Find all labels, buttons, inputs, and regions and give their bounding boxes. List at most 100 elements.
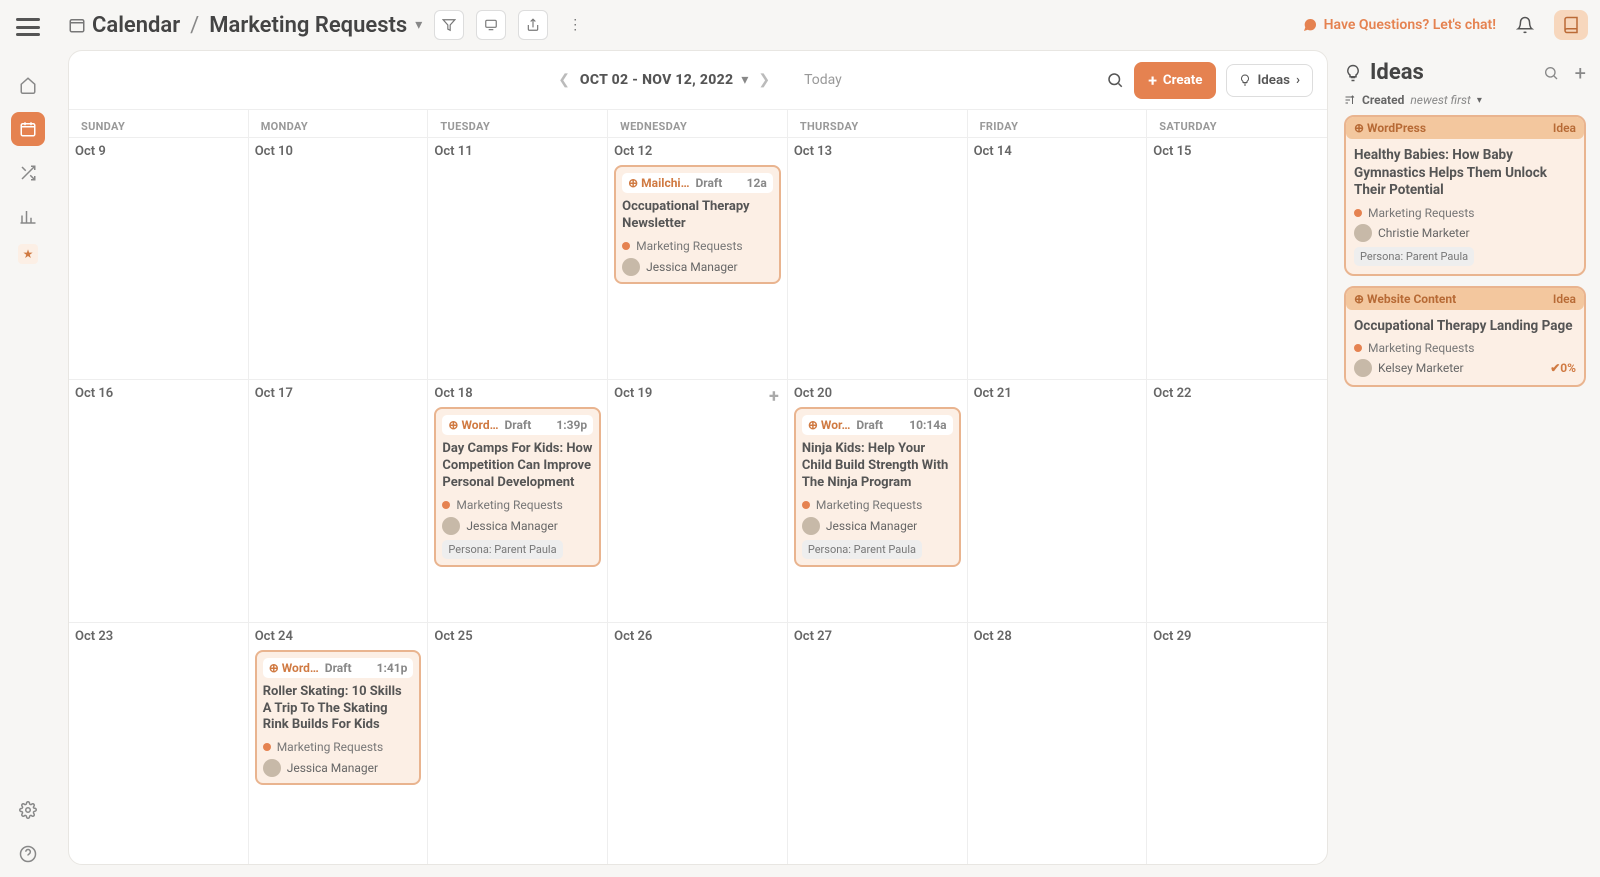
home-icon[interactable] — [11, 68, 45, 102]
calendar-cell[interactable]: Oct 18 ⊕ Word…Draft1:39pDay Camps For Kid… — [428, 380, 608, 621]
search-icon[interactable] — [1106, 71, 1124, 89]
avatar — [442, 517, 460, 535]
idea-source: ⊕ Website Content — [1354, 292, 1456, 306]
calendar-icon[interactable] — [11, 112, 45, 146]
notifications-icon[interactable] — [1516, 16, 1534, 34]
ideas-panel: Ideas + Created newest first ▾ ⊕ WordPre… — [1340, 50, 1600, 877]
event-time: 1:39p — [556, 418, 587, 432]
range-dropdown-icon[interactable]: ▾ — [741, 72, 748, 88]
calendar-cell[interactable]: Oct 25 — [428, 623, 608, 864]
event-card[interactable]: ⊕ Wor…Draft10:14aNinja Kids: Help Your C… — [794, 407, 961, 567]
event-project: Marketing Requests — [636, 239, 742, 253]
cell-date: Oct 29 — [1153, 629, 1321, 644]
breadcrumb-root[interactable]: Calendar — [92, 13, 180, 38]
cell-date: Oct 26 — [614, 629, 781, 644]
avatar — [1354, 359, 1372, 377]
calendar-cell[interactable]: Oct 19+ — [608, 380, 788, 621]
event-card[interactable]: ⊕ Mailchi…Draft12aOccupational Therapy N… — [614, 165, 781, 284]
create-button[interactable]: +Create — [1134, 62, 1216, 99]
cell-date: Oct 9 — [75, 144, 242, 159]
calendar-cell[interactable]: Oct 27 — [788, 623, 968, 864]
calendar-cell[interactable]: Oct 23 — [69, 623, 249, 864]
calendar-cell[interactable]: Oct 29 — [1147, 623, 1327, 864]
cell-date: Oct 22 — [1153, 386, 1321, 401]
calendar-cell[interactable]: Oct 13 — [788, 138, 968, 379]
event-title: Ninja Kids: Help Your Child Build Streng… — [802, 441, 953, 492]
calendar-breadcrumb-icon — [68, 16, 86, 34]
create-button-label: Create — [1163, 73, 1203, 88]
cell-date: Oct 11 — [434, 144, 601, 159]
ideas-search-icon[interactable] — [1543, 65, 1559, 81]
calendar-cell[interactable]: Oct 17 — [249, 380, 429, 621]
chat-link-label: Have Questions? Let's chat! — [1324, 17, 1496, 33]
filter-button[interactable] — [434, 10, 464, 40]
cell-date: Oct 15 — [1153, 144, 1321, 159]
today-button[interactable]: Today — [804, 72, 842, 88]
pinned-icon[interactable]: ★ — [18, 244, 38, 264]
calendar-cell[interactable]: Oct 28 — [968, 623, 1148, 864]
cell-date: Oct 16 — [75, 386, 242, 401]
cell-date: Oct 18 — [434, 386, 601, 401]
event-assignee: Jessica Manager — [466, 519, 557, 533]
calendar-cell[interactable]: Oct 15 — [1147, 138, 1327, 379]
more-button[interactable]: ⋮ — [560, 10, 590, 40]
prev-range-button[interactable]: ❮ — [554, 68, 574, 92]
calendar-cell[interactable]: Oct 21 — [968, 380, 1148, 621]
calendar-cell[interactable]: Oct 10 — [249, 138, 429, 379]
breadcrumb-separator: / — [190, 13, 199, 38]
chat-link[interactable]: Have Questions? Let's chat! — [1302, 17, 1496, 33]
add-idea-button[interactable]: + — [1575, 61, 1586, 85]
chevron-down-icon[interactable]: ▾ — [415, 17, 422, 33]
day-header: WEDNESDAY — [608, 110, 788, 137]
next-range-button[interactable]: ❯ — [754, 68, 774, 92]
idea-assignee: Christie Marketer — [1378, 226, 1470, 240]
sort-value: newest first — [1410, 93, 1471, 107]
calendar-cell[interactable]: Oct 12 ⊕ Mailchi…Draft12aOccupational The… — [608, 138, 788, 379]
idea-card[interactable]: ⊕ WordPressIdeaHealthy Babies: How Baby … — [1344, 115, 1586, 276]
profile-button[interactable] — [1554, 10, 1588, 40]
ideas-sort[interactable]: Created newest first ▾ — [1344, 93, 1586, 115]
cell-date: Oct 25 — [434, 629, 601, 644]
avatar — [1354, 224, 1372, 242]
calendar-cell[interactable]: Oct 14 — [968, 138, 1148, 379]
idea-title: Healthy Babies: How Baby Gymnastics Help… — [1354, 147, 1576, 200]
analytics-icon[interactable] — [11, 200, 45, 234]
cell-date: Oct 13 — [794, 144, 961, 159]
add-event-button[interactable]: + — [769, 386, 779, 407]
calendar-cell[interactable]: Oct 26 — [608, 623, 788, 864]
settings-icon[interactable] — [11, 793, 45, 827]
cell-date: Oct 14 — [974, 144, 1141, 159]
calendar-cell[interactable]: Oct 11 — [428, 138, 608, 379]
event-title: Day Camps For Kids: How Competition Can … — [442, 441, 593, 492]
event-card[interactable]: ⊕ Word…Draft1:39pDay Camps For Kids: How… — [434, 407, 601, 567]
share-button[interactable] — [518, 10, 548, 40]
persona-tag: Persona: Parent Paula — [442, 540, 562, 559]
cell-date: Oct 27 — [794, 629, 961, 644]
shuffle-icon[interactable] — [11, 156, 45, 190]
event-source: ⊕ Wor… — [808, 418, 851, 432]
calendar-cell[interactable]: Oct 22 — [1147, 380, 1327, 621]
event-project: Marketing Requests — [816, 498, 922, 512]
display-button[interactable] — [476, 10, 506, 40]
left-rail: ★ — [0, 0, 56, 877]
calendar-cell[interactable]: Oct 9 — [69, 138, 249, 379]
calendar-cell[interactable]: Oct 24⊕ Word…Draft1:41pRoller Skating: 1… — [249, 623, 429, 864]
calendar-cell[interactable]: Oct 16 — [69, 380, 249, 621]
idea-assignee: Kelsey Marketer — [1378, 361, 1464, 375]
ideas-toggle-button[interactable]: Ideas› — [1226, 64, 1313, 97]
calendar-cell[interactable]: Oct 20⊕ Wor…Draft10:14aNinja Kids: Help … — [788, 380, 968, 621]
event-time: 10:14a — [909, 418, 946, 432]
cell-date: Oct 23 — [75, 629, 242, 644]
calendar-panel: ❮ OCT 02 - NOV 12, 2022 ▾ ❯ Today +Creat… — [68, 50, 1328, 865]
menu-toggle[interactable] — [16, 18, 40, 36]
idea-kind: Idea — [1553, 121, 1576, 135]
event-card[interactable]: ⊕ Word…Draft1:41pRoller Skating: 10 Skil… — [255, 650, 422, 786]
date-range[interactable]: OCT 02 - NOV 12, 2022 — [580, 72, 733, 88]
idea-card[interactable]: ⊕ Website ContentIdeaOccupational Therap… — [1344, 286, 1586, 388]
help-icon[interactable] — [11, 837, 45, 871]
persona-tag: Persona: Parent Paula — [1354, 247, 1474, 266]
cell-date: Oct 12 — [614, 144, 781, 159]
breadcrumb-sub[interactable]: Marketing Requests — [209, 13, 407, 38]
event-title: Roller Skating: 10 Skills A Trip To The … — [263, 684, 414, 735]
cell-date: Oct 21 — [974, 386, 1141, 401]
